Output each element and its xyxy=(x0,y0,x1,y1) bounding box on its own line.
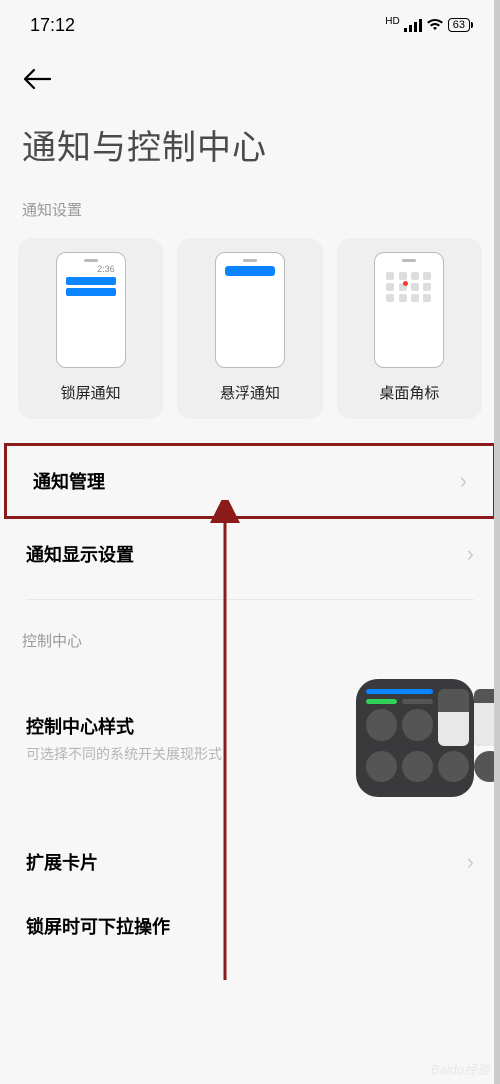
battery-icon: 63 xyxy=(448,18,470,32)
item-ext-cards[interactable]: 扩展卡片 › xyxy=(0,827,500,897)
page-title: 通知与控制中心 xyxy=(0,96,500,199)
watermark: Baidu经验 xyxy=(431,1059,490,1078)
item-title: 控制中心样式 xyxy=(26,713,222,739)
section-cc-label: 控制中心 xyxy=(0,630,500,669)
wifi-icon xyxy=(426,18,444,32)
status-bar: 17:12 HD 63 xyxy=(0,0,500,50)
card-label: 桌面角标 xyxy=(379,382,439,403)
item-title: 扩展卡片 xyxy=(26,849,98,875)
card-label: 悬浮通知 xyxy=(220,382,280,403)
item-title: 锁屏时可下拉操作 xyxy=(26,913,170,939)
notification-cards: 2:36 锁屏通知 悬浮通知 桌面角标 xyxy=(0,238,500,443)
section-notification-label: 通知设置 xyxy=(0,199,500,238)
card-label: 锁屏通知 xyxy=(61,382,121,403)
item-notification-display[interactable]: 通知显示设置 › xyxy=(0,519,500,589)
item-lock-pull[interactable]: 锁屏时可下拉操作 xyxy=(0,897,500,961)
status-indicators: HD 63 xyxy=(385,18,470,32)
card-float-notification[interactable]: 悬浮通知 xyxy=(177,238,322,419)
item-cc-style[interactable]: 控制中心样式 可选择不同的系统开关展现形式 xyxy=(0,669,500,827)
item-title: 通知显示设置 xyxy=(26,541,134,567)
item-notification-manage[interactable]: 通知管理 › xyxy=(4,443,496,519)
cc-preview-icon xyxy=(356,679,474,797)
phone-mock-badge xyxy=(374,252,444,368)
chevron-right-icon: › xyxy=(467,849,474,875)
hd-indicator: HD xyxy=(385,16,399,27)
signal-icon xyxy=(404,18,422,32)
chevron-right-icon: › xyxy=(467,541,474,567)
right-edge xyxy=(494,0,500,1084)
item-subtitle: 可选择不同的系统开关展现形式 xyxy=(26,744,222,764)
card-lock-notification[interactable]: 2:36 锁屏通知 xyxy=(18,238,163,419)
phone-mock-lock: 2:36 xyxy=(56,252,126,368)
phone-mock-float xyxy=(215,252,285,368)
divider xyxy=(26,599,474,600)
header xyxy=(0,50,500,96)
back-button[interactable] xyxy=(22,66,478,96)
card-badge[interactable]: 桌面角标 xyxy=(337,238,482,419)
status-time: 17:12 xyxy=(30,15,75,36)
chevron-right-icon: › xyxy=(460,468,467,494)
item-title: 通知管理 xyxy=(33,468,105,494)
